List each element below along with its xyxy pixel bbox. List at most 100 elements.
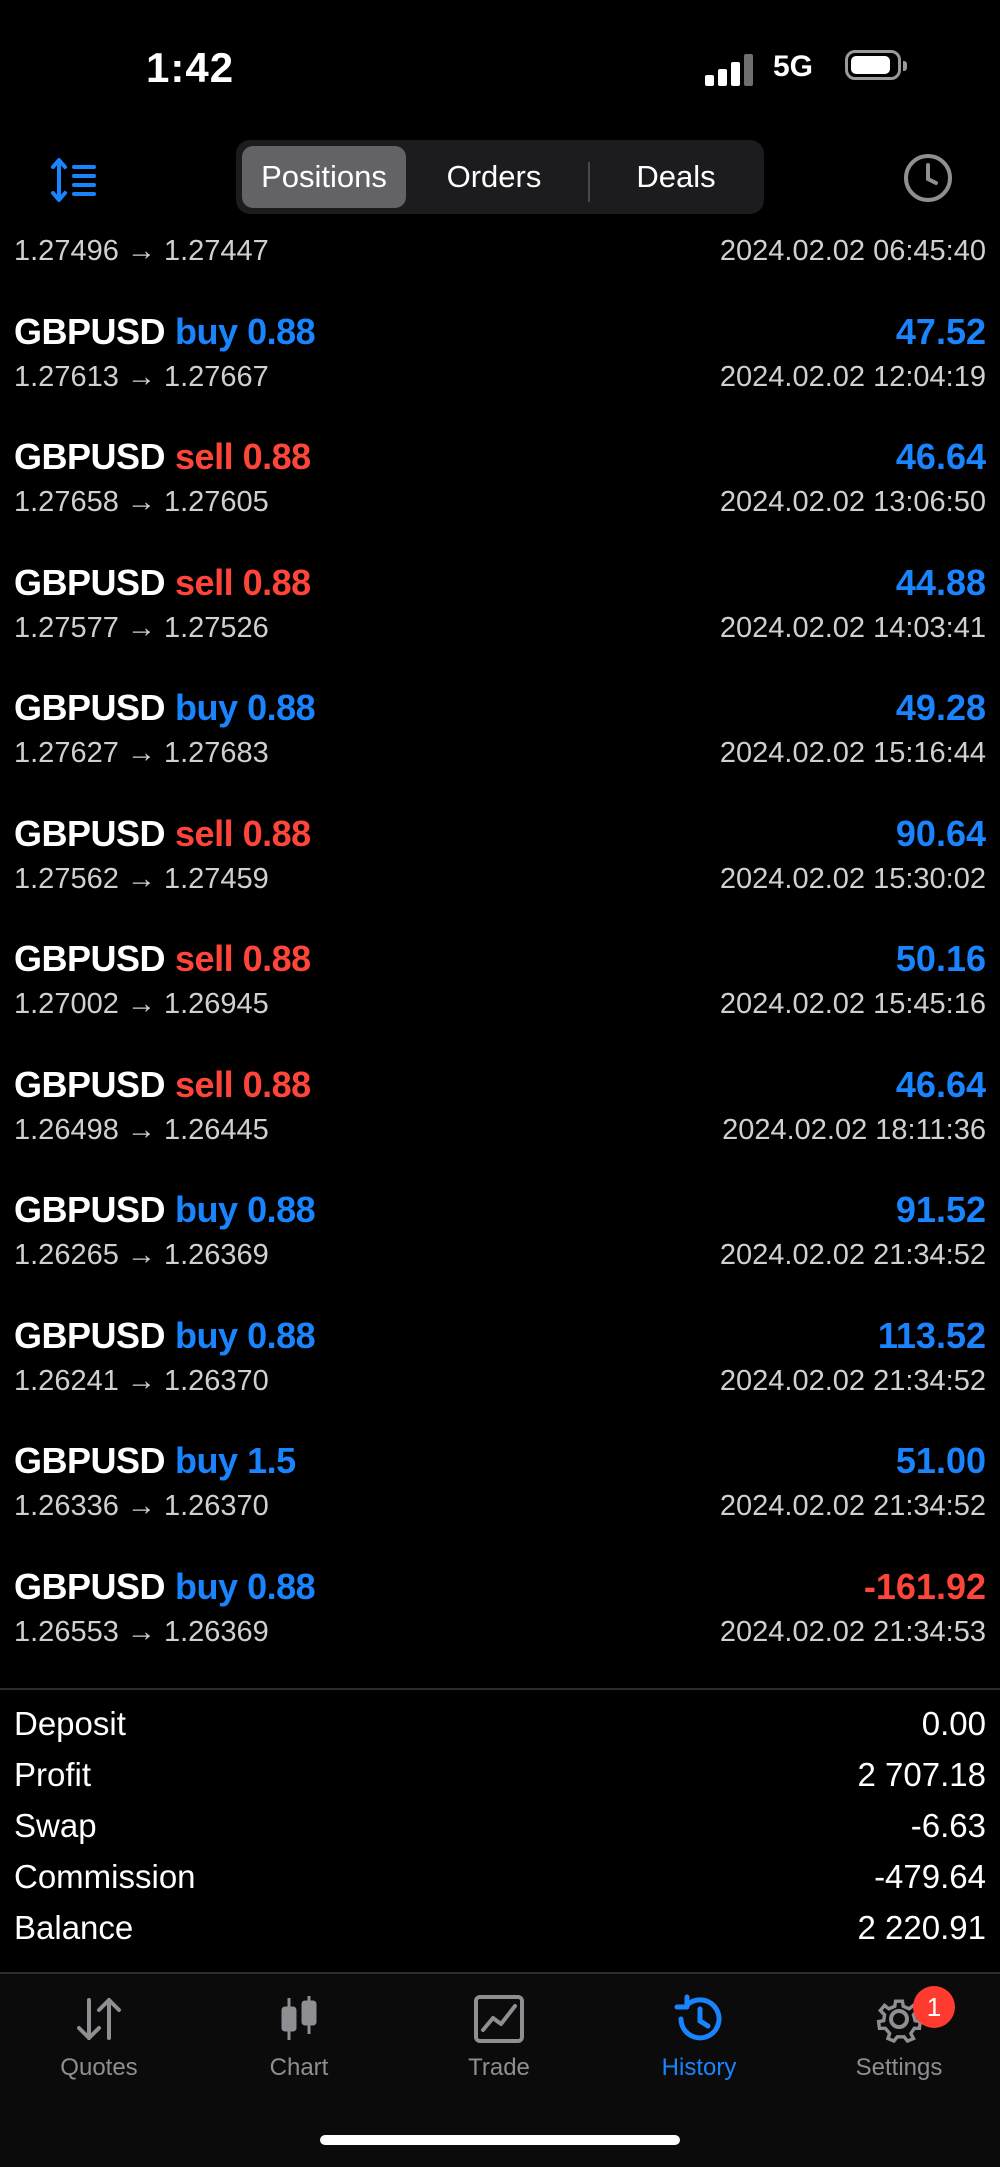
deal-side-lots: buy 0.88 (175, 1565, 316, 1607)
deal-side-lots: buy 0.88 (175, 687, 316, 728)
deal-row[interactable]: GBPUSD sell 0.88 46.64 1.27658 → 1.27605 202… (0, 436, 1000, 561)
deal-symbol: GBPUSD (14, 561, 166, 603)
deal-row[interactable]: GBPUSD sell 0.88 44.88 1.27577 → 1.27526 202… (0, 562, 1000, 687)
trade-chart-icon (474, 1995, 524, 2043)
sort-icon[interactable] (50, 155, 100, 205)
status-bar: 1:42 5G (0, 0, 1000, 130)
deal-row[interactable]: GBPUSD sell 0.88 46.64 1.26498 → 1.26445 202… (0, 1064, 1000, 1189)
deal-row[interactable]: GBPUSD sell 0.88 90.64 1.27562 → 1.27459 202… (0, 813, 1000, 938)
home-indicator (320, 2135, 680, 2145)
summary-swap: Swap -6.63 (14, 1807, 986, 1844)
deal-title: GBPUSD buy 0.88 (14, 1314, 316, 1361)
deal-side-lots: sell 0.88 (175, 562, 311, 603)
deal-profit: 46.64 (895, 1063, 986, 1105)
deal-profit: 113.52 (877, 1314, 986, 1356)
deal-prices: 1.26336 → 1.26370 (14, 1490, 269, 1522)
deal-symbol: GBPUSD (14, 310, 166, 352)
deal-side-lots: buy 0.88 (175, 1314, 316, 1356)
deal-title: GBPUSDsell 0.88 (14, 813, 311, 859)
deal-lots: 0.88 (247, 1314, 316, 1356)
deal-side: buy (175, 1565, 238, 1607)
notification-badge: 1 (913, 1986, 955, 2028)
deal-date: 2024.02.02 15:45:16 (719, 988, 986, 1020)
deal-profit: 91.52 (895, 1189, 986, 1230)
deal-prices: 1.27627 → 1.27683 (14, 737, 269, 769)
deal-prices: 1.26553 → 1.26369 (14, 1615, 269, 1648)
deal-symbol: GBPUSD (14, 1189, 166, 1230)
deal-side: sell (175, 561, 234, 603)
deal-prices: 1.27577 → 1.27526 (14, 611, 269, 644)
deal-lots: 0.88 (242, 938, 312, 979)
deal-date: 2024.02.02 21:34:52 (719, 1239, 986, 1271)
deal-date: 2024.02.02 14:03:41 (719, 611, 986, 644)
tabbar-chart[interactable]: Chart (219, 1994, 379, 2082)
deal-lots: 0.88 (242, 1063, 312, 1105)
deal-side: sell (175, 1063, 234, 1105)
deal-side: sell (175, 812, 234, 854)
deal-symbol: GBPUSD (14, 1565, 166, 1607)
deal-symbol: GBPUSD (14, 938, 166, 979)
deal-profit: 44.88 (895, 561, 986, 603)
deal-row[interactable]: GBPUSD sell 0.88 50.16 1.27002 → 1.26945 202… (0, 938, 1000, 1063)
deal-lots: 0.88 (247, 310, 316, 352)
clock-icon[interactable] (902, 152, 954, 204)
segmented-control: Positions Orders Deals (236, 140, 764, 214)
deal-prices: 1.27002 → 1.26945 (14, 988, 269, 1020)
deal-side-lots: sell 0.88 (175, 938, 311, 979)
battery-icon (845, 50, 907, 80)
deal-lots: 0.88 (247, 1565, 316, 1607)
deal-lots: 1.5 (247, 1440, 296, 1481)
deal-row[interactable]: GBPUSD buy 0.88 49.28 1.27627 → 1.27683 2024… (0, 687, 1000, 812)
summary-commission: Commission -479.64 (14, 1858, 986, 1895)
tab-orders[interactable]: Orders (412, 146, 576, 208)
deal-row[interactable]: GBPUSD buy 0.88 91.52 1.26265 → 1.26369 2024… (0, 1189, 1000, 1314)
deal-symbol: GBPUSD (14, 436, 166, 477)
deal-side: buy (175, 687, 238, 728)
deal-profit: 47.52 (895, 310, 986, 352)
deal-row[interactable]: GBPUSD buy 0.88 113.52 1.26241 → 1.26370 202… (0, 1315, 1000, 1440)
deal-date: 2024.02.02 13:06:50 (719, 486, 986, 518)
deal-side: buy (175, 1189, 238, 1230)
deal-date: 2024.02.02 12:04:19 (719, 360, 986, 393)
deal-title: GBPUSD buy 0.88 (14, 1565, 316, 1612)
deal-title: GBPUSDsell 0.88 (14, 1064, 311, 1110)
deal-lots: 0.88 (247, 687, 316, 728)
deals-list: GBPUSDsell 0.8849.121.27496 → 1.27447202… (0, 205, 1000, 1685)
arrows-up-down-icon (77, 1998, 121, 2040)
summary-profit: Profit 2 707.18 (14, 1756, 986, 1793)
tabbar-quotes[interactable]: Quotes (19, 1994, 179, 2082)
tab-positions[interactable]: Positions (242, 146, 406, 208)
deal-prices: 1.26241 → 1.26370 (14, 1364, 269, 1397)
deal-lots: 0.88 (247, 1189, 316, 1230)
deal-symbol: GBPUSD (14, 812, 166, 854)
deal-date: 2024.02.02 21:34:52 (719, 1490, 986, 1522)
divider (0, 1688, 1000, 1690)
tab-deals[interactable]: Deals (596, 146, 756, 208)
deal-row[interactable]: GBPUSD buy 1.5 51.00 1.26336 → 1.26370 2024.… (0, 1440, 1000, 1565)
deal-title: GBPUSDsell 0.88 (14, 938, 311, 984)
deal-lots: 0.88 (242, 436, 312, 477)
deal-date: 2024.02.02 06:45:40 (719, 235, 986, 267)
deal-profit: 49.28 (895, 687, 986, 728)
candlestick-icon (281, 1996, 317, 2040)
deal-prices: 1.27562 → 1.27459 (14, 862, 269, 895)
deal-symbol: GBPUSD (14, 1440, 166, 1481)
tabbar-trade[interactable]: Trade (419, 1994, 579, 2082)
deal-title: GBPUSD buy 0.88 (14, 1189, 316, 1235)
deal-symbol: GBPUSD (14, 1063, 166, 1105)
deal-date: 2024.02.02 21:34:53 (719, 1615, 986, 1648)
deal-row[interactable]: GBPUSD buy 0.88 -161.92 1.26553 → 1.26369 20… (0, 1566, 1000, 1686)
deal-title: GBPUSDsell 0.88 (14, 436, 311, 482)
tabbar-settings[interactable]: 1 Settings (819, 1986, 979, 2082)
summary-deposit: Deposit 0.00 (14, 1705, 986, 1742)
deal-date: 2024.02.02 18:11:36 (722, 1113, 986, 1146)
deal-side-lots: buy 1.5 (175, 1440, 296, 1481)
deal-side-lots: buy 0.88 (175, 310, 316, 352)
deal-side-lots: buy 0.88 (175, 1189, 316, 1230)
history-clock-icon (674, 1994, 722, 2041)
deal-symbol: GBPUSD (14, 1314, 166, 1356)
deal-title: GBPUSDsell 0.88 (14, 562, 311, 608)
deal-side: sell (175, 436, 234, 477)
tabbar-history[interactable]: History (619, 1994, 779, 2082)
deal-row[interactable]: GBPUSD buy 0.88 47.52 1.27613 → 1.27667 2024… (0, 311, 1000, 436)
